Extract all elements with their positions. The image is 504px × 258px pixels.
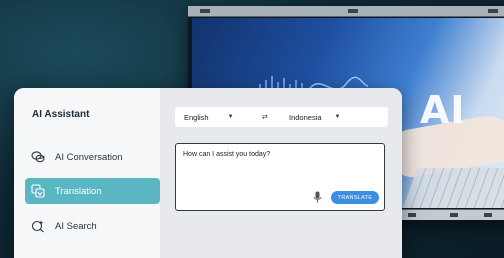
- translation-workspace: English ▼ ⇄ Indonesia ▼ How can I assist…: [160, 88, 402, 258]
- assistant-sidebar: AI Assistant AI Conversation Translation: [14, 88, 160, 258]
- swap-languages-icon[interactable]: ⇄: [262, 113, 268, 121]
- source-language-select[interactable]: English ▼: [184, 113, 234, 122]
- target-language-value: Indonesia: [289, 112, 322, 122]
- language-bar: English ▼ ⇄ Indonesia ▼: [175, 107, 388, 127]
- source-language-value: English: [184, 112, 209, 122]
- nav-item-label: AI Conversation: [55, 151, 123, 163]
- translate-icon: [31, 184, 45, 198]
- nav-item-label: Translation: [55, 185, 102, 197]
- keyboard-graphic: [402, 168, 504, 208]
- ai-search-icon: [31, 219, 45, 233]
- microphone-icon[interactable]: [313, 191, 322, 203]
- chat-bubbles-icon: [31, 150, 45, 164]
- translation-input[interactable]: How can I assist you today? TRANSLATE: [175, 143, 385, 211]
- ai-assistant-panel: AI Assistant AI Conversation Translation: [14, 88, 402, 258]
- nav-item-ai-conversation[interactable]: AI Conversation: [25, 144, 160, 170]
- input-placeholder: How can I assist you today?: [183, 151, 271, 158]
- translate-button[interactable]: TRANSLATE: [331, 191, 379, 204]
- nav-item-translation[interactable]: Translation: [25, 178, 160, 204]
- nav-item-ai-search[interactable]: AI Search: [25, 213, 160, 239]
- assistant-title: AI Assistant: [32, 109, 90, 120]
- target-language-select[interactable]: Indonesia ▼: [289, 113, 340, 122]
- nav-item-label: AI Search: [55, 220, 97, 232]
- chevron-down-icon: ▼: [227, 114, 234, 120]
- screen-ai-text: AI: [420, 88, 466, 132]
- monitor-top-toolbar: [188, 6, 504, 17]
- chevron-down-icon: ▼: [334, 114, 341, 120]
